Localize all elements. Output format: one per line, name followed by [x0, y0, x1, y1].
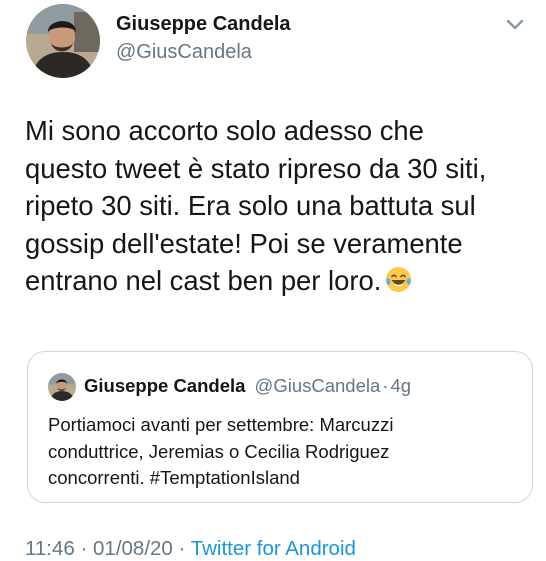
quoted-tweet-header: Giuseppe Candela @GiusCandela · 4g: [84, 375, 411, 397]
tweet-text-line: entrano nel cast ben per loro.: [25, 265, 382, 296]
quoted-tweet-display-name: Giuseppe Candela: [84, 375, 246, 396]
quoted-tweet-text-line: concorrenti. #TemptationIsland: [48, 467, 300, 488]
quoted-tweet-text-line: Portiamoci avanti per settembre: Marcuzz…: [48, 414, 394, 435]
author-handle[interactable]: @GiusCandela: [116, 41, 252, 64]
quoted-tweet-card[interactable]: Giuseppe Candela @GiusCandela · 4g Portiam…: [27, 351, 533, 503]
tweet-text-line-last: entrano nel cast ben per loro.: [25, 262, 530, 303]
quoted-tweet-text-line: conduttrice, Jeremias o Cecilia Rodrigue…: [48, 440, 390, 462]
tears-of-joy-emoji: [385, 265, 412, 303]
quoted-tweet-avatar: [48, 373, 76, 401]
tweet-meta: 11:46 · 01/08/20 · Twitter for Android: [25, 537, 356, 561]
author-display-name[interactable]: Giuseppe Candela: [116, 13, 291, 36]
tweet-text-line: ripeto 30 siti. Era solo una battuta sul: [25, 190, 476, 221]
quoted-tweet-age: 4g: [390, 375, 412, 396]
quoted-tweet-separator: ·: [382, 375, 389, 396]
tweet-date: 01/08/20: [93, 537, 173, 560]
meta-separator: ·: [80, 537, 88, 560]
tweet-text-line: questo tweet è stato ripreso da 30 siti,: [25, 152, 487, 184]
avatar[interactable]: [26, 4, 100, 78]
tweet-text-line: gossip dell'estate! Poi se veramente: [25, 227, 463, 259]
avatar-image: [26, 4, 100, 78]
tweet-time: 11:46: [25, 537, 75, 560]
chevron-down-icon: [506, 19, 524, 30]
more-options-button[interactable]: [502, 14, 528, 34]
avatar-image: [48, 373, 76, 401]
tweet-source-link[interactable]: Twitter for Android: [191, 537, 356, 560]
meta-separator: ·: [178, 537, 186, 560]
quoted-tweet-handle: @GiusCandela: [254, 375, 381, 396]
tweet-text-line: Mi sono accorto solo adesso che: [25, 115, 424, 146]
quoted-tweet-text: Portiamoci avanti per settembre: Marcuzz…: [48, 412, 518, 492]
tweet-text: Mi sono accorto solo adesso che questo t…: [25, 112, 530, 303]
